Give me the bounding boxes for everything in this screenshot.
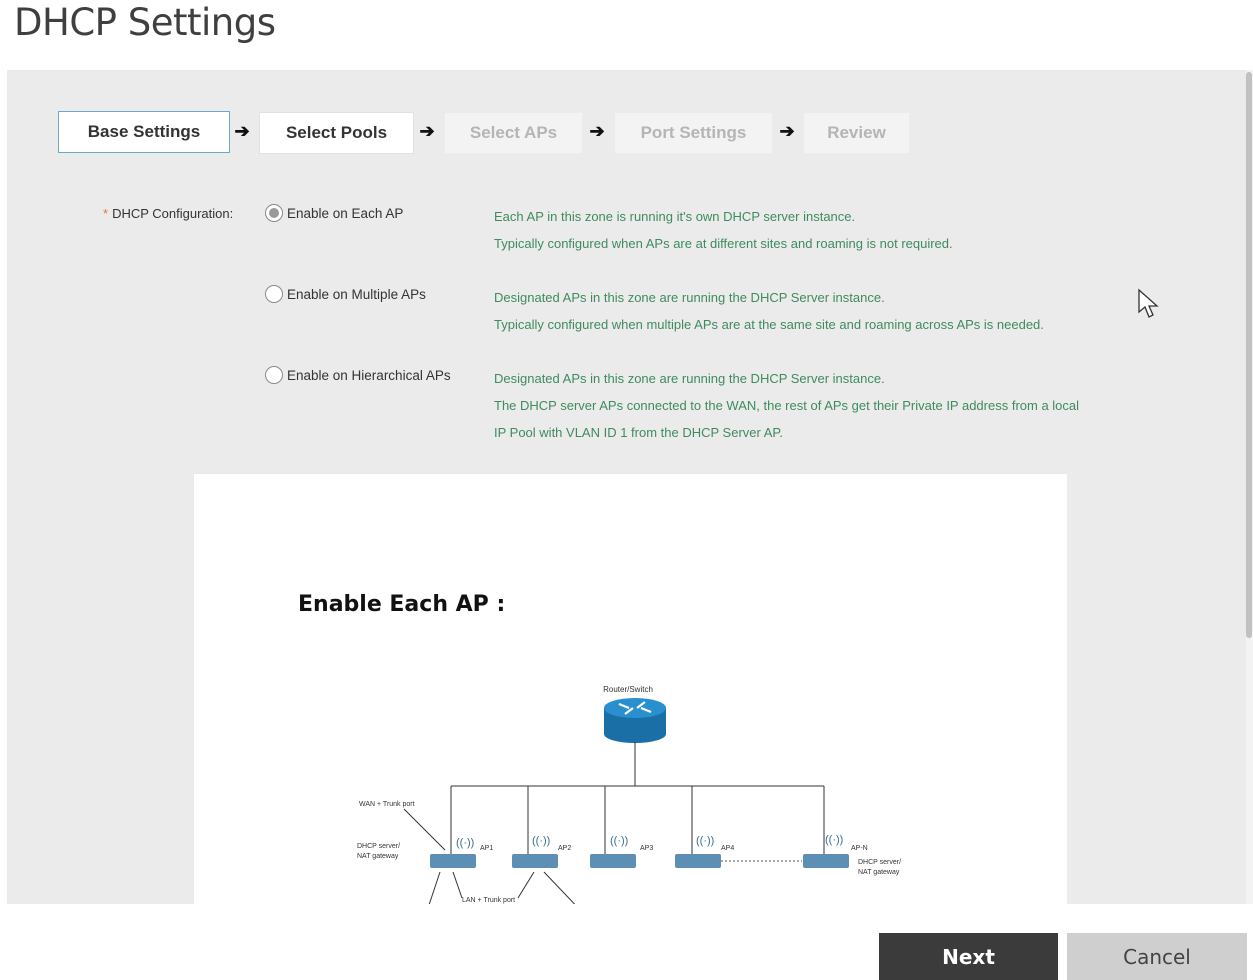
step-select-pools[interactable]: Select Pools [259, 112, 414, 154]
arrow-right-icon: ➔ [779, 121, 795, 141]
option-description: Each AP in this zone is running it's own… [494, 209, 953, 251]
svg-text:((·)): ((·)) [532, 835, 550, 847]
svg-text:((·)): ((·)) [456, 837, 474, 849]
svg-text:((·)): ((·)) [610, 835, 628, 847]
radio-button[interactable] [265, 366, 283, 384]
radio-enable-hierarchical-aps[interactable]: Enable on Hierarchical APs [265, 366, 451, 384]
ap-label: AP-N [851, 845, 868, 852]
svg-text:((·)): ((·)) [825, 834, 843, 846]
router-label: Router/Switch [603, 685, 653, 694]
radio-button[interactable] [265, 285, 283, 303]
topology-diagram: Enable Each AP : Router/Switch ((·)) AP1… [194, 474, 1067, 904]
wifi-ap-icon: ((·)) AP3 [590, 835, 653, 868]
mouse-cursor-icon [1138, 288, 1159, 318]
radio-label: Enable on Multiple APs [287, 286, 426, 302]
dhcp-left-label-1: DHCP server/ [357, 843, 400, 850]
step-review: Review [803, 112, 910, 154]
network-diagram: Router/Switch ((·)) AP1 ((·)) AP2 ((·)) … [357, 685, 901, 904]
required-marker: * [103, 206, 109, 221]
step-base-settings[interactable]: Base Settings [58, 111, 230, 153]
step-select-aps: Select APs [444, 112, 583, 154]
radio-label: Enable on Hierarchical APs [287, 367, 451, 383]
dhcp-right-label-1: DHCP server/ [858, 859, 901, 866]
radio-button[interactable] [265, 204, 283, 222]
dhcp-right-label-2: NAT gateway [858, 869, 900, 876]
step-port-settings: Port Settings [614, 112, 773, 154]
ap-label: AP1 [480, 845, 493, 852]
ap-label: AP3 [640, 845, 653, 852]
arrow-right-icon: ➔ [589, 121, 605, 141]
page-title: DHCP Settings [14, 1, 276, 44]
cancel-button[interactable]: Cancel [1067, 933, 1247, 980]
dhcp-left-label-2: NAT gateway [357, 853, 399, 860]
ap-label: AP4 [721, 845, 734, 852]
option-description: Designated APs in this zone are running … [494, 371, 1080, 440]
radio-enable-each-ap[interactable]: Enable on Each AP [265, 204, 403, 222]
arrow-right-icon: ➔ [234, 121, 250, 141]
radio-enable-multiple-aps[interactable]: Enable on Multiple APs [265, 285, 426, 303]
wifi-ap-icon: ((·)) AP1 [430, 837, 493, 868]
option-description: Designated APs in this zone are running … [494, 290, 1044, 332]
settings-panel: Base Settings ➔ Select Pools ➔ Select AP… [7, 70, 1247, 904]
lan-label: LAN + Trunk port [462, 897, 515, 904]
wifi-ap-icon: ((·)) AP2 [512, 835, 571, 868]
arrow-right-icon: ➔ [419, 121, 435, 141]
scrollbar-thumb[interactable] [1246, 72, 1252, 638]
wan-label: WAN + Trunk port [359, 801, 415, 808]
dhcp-configuration-label: * DHCP Configuration: [103, 206, 234, 221]
next-button[interactable]: Next [879, 933, 1058, 980]
wifi-ap-icon: ((·)) AP4 [675, 835, 734, 868]
radio-label: Enable on Each AP [287, 205, 404, 221]
ap-label: AP2 [558, 845, 571, 852]
router-icon [604, 698, 666, 743]
svg-text:((·)): ((·)) [696, 835, 714, 847]
